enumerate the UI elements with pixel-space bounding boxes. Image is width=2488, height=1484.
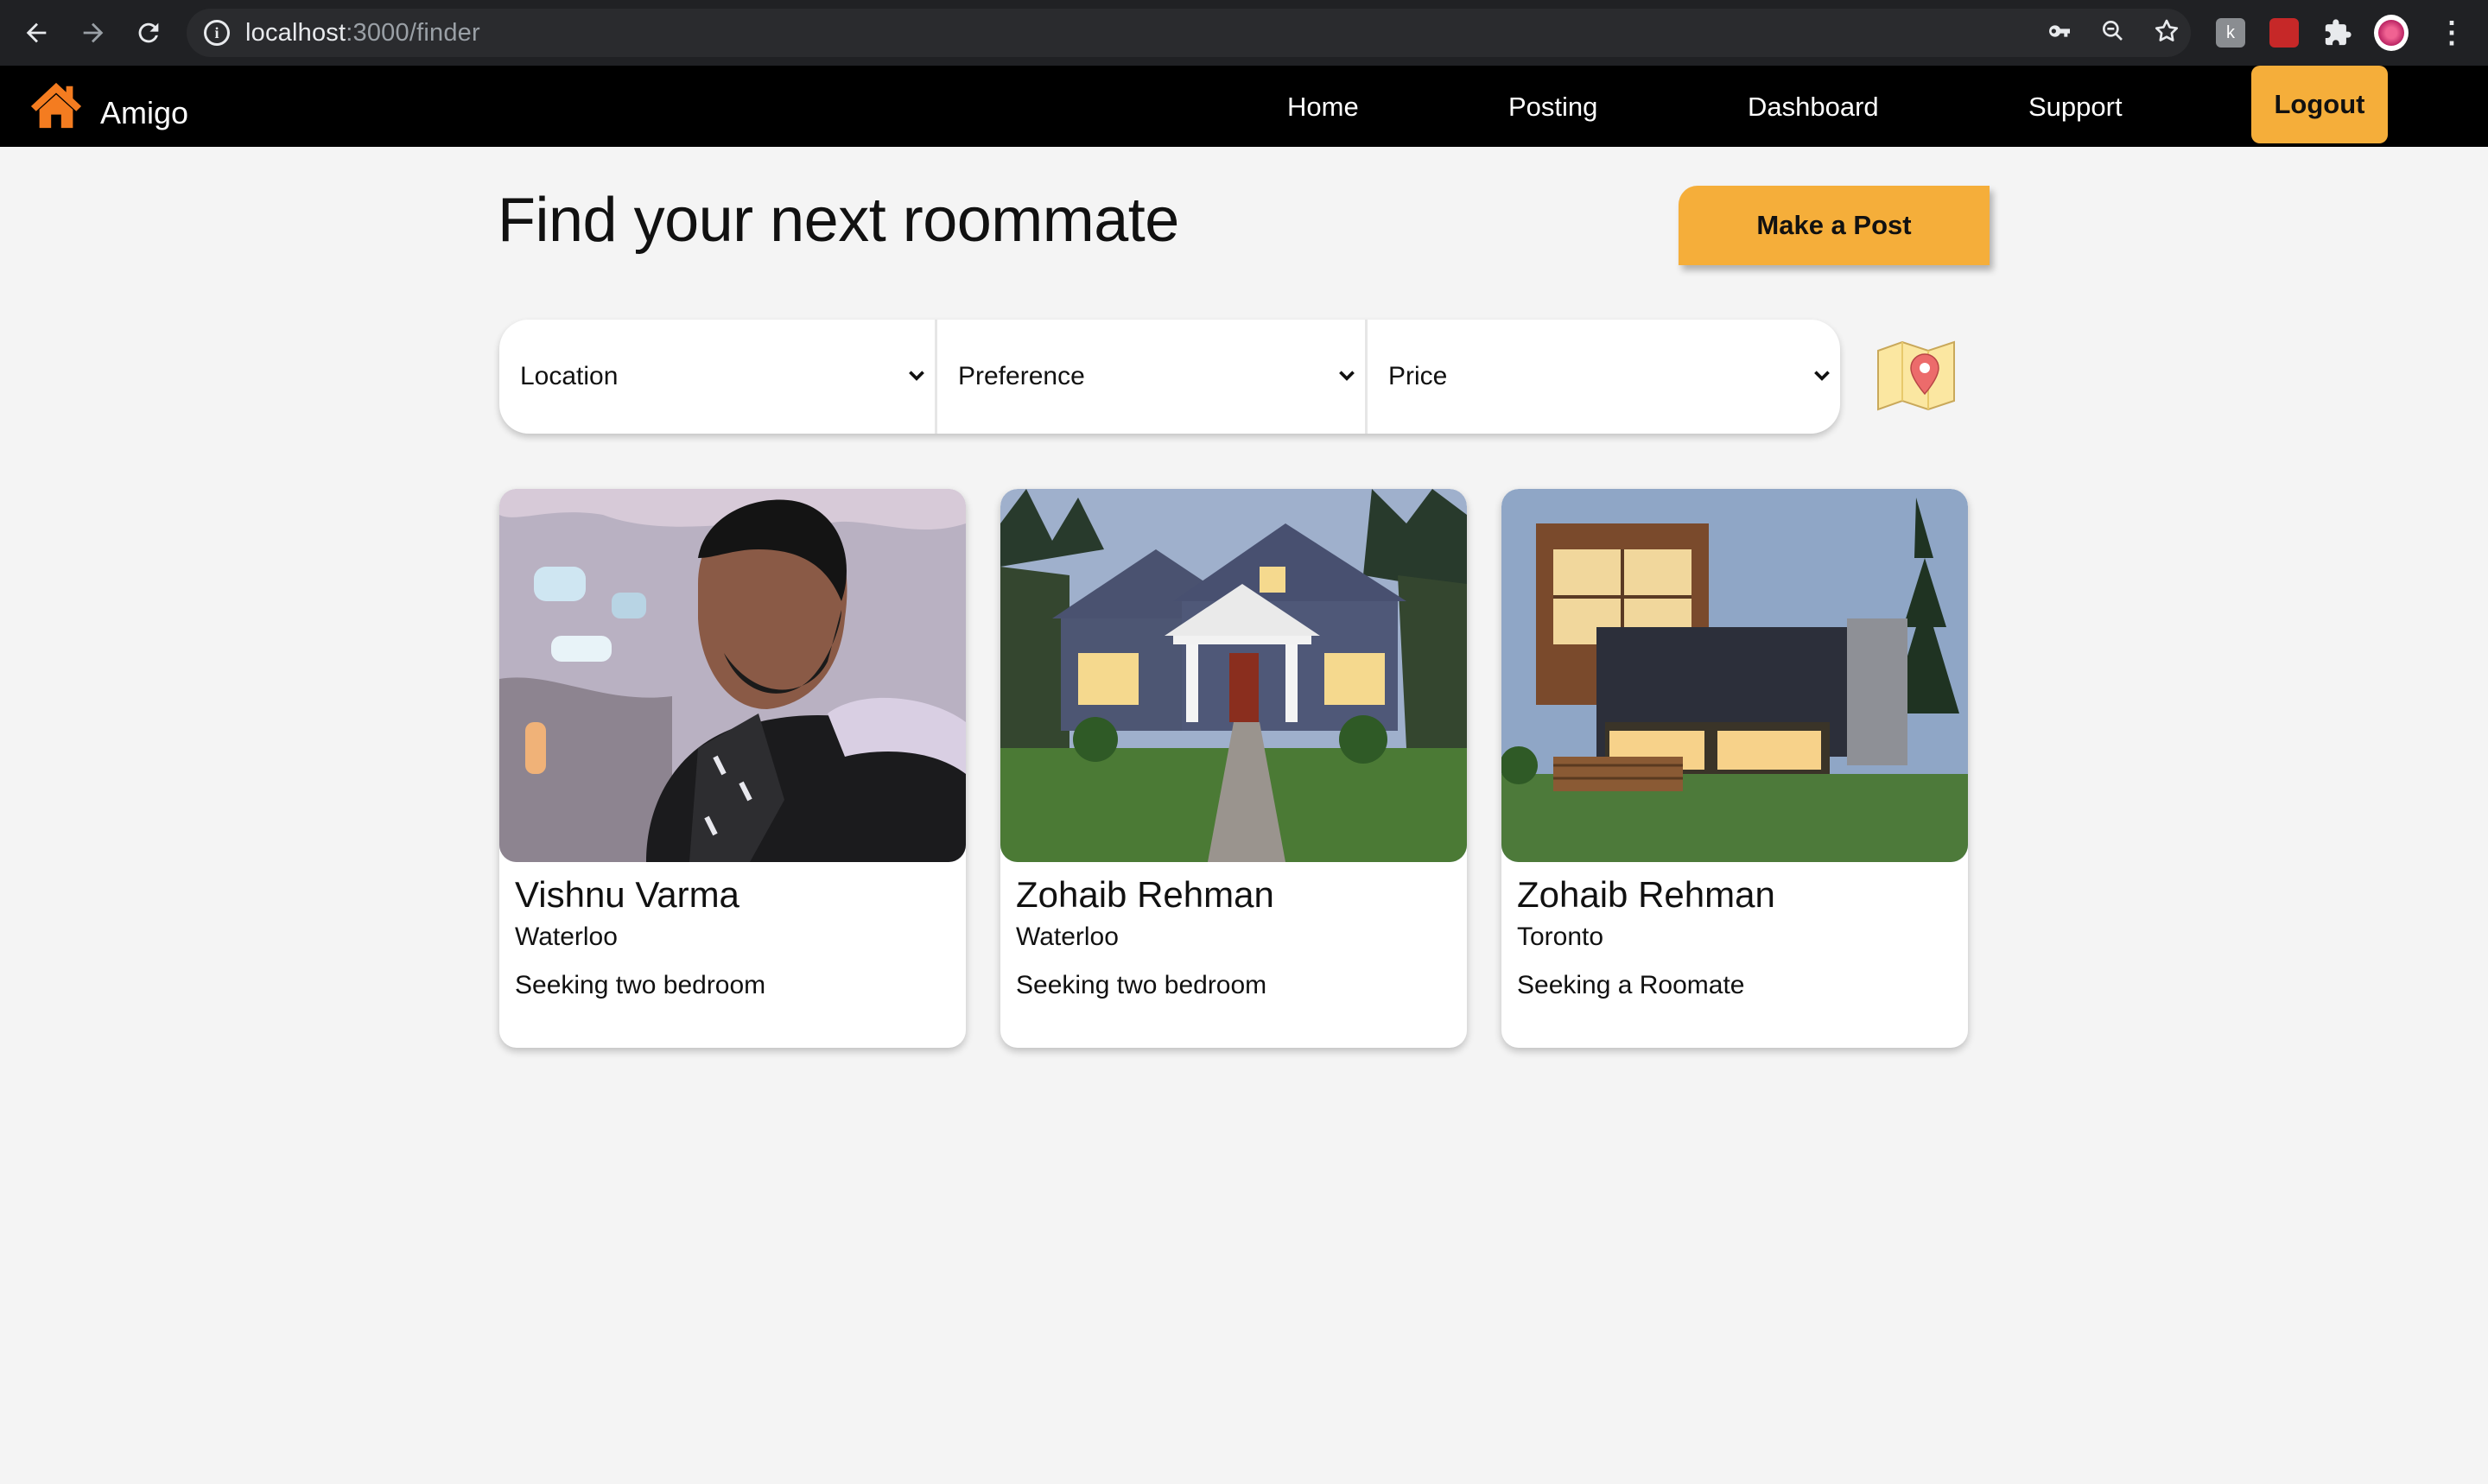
nav-posting-link[interactable]: Posting [1508,92,1597,123]
brand-name: Amigo [100,94,189,130]
chevron-down-icon [1339,371,1355,381]
listing-card[interactable]: Zohaib Rehman Waterloo Seeking two bedro… [1000,489,1467,1048]
top-navbar: Amigo Home Posting Dashboard Support Log… [0,66,2488,147]
location-select[interactable]: Location [499,320,935,434]
house-photo [1000,489,1467,862]
location-select-label: Location [520,362,619,390]
house-icon [29,78,83,136]
listing-card[interactable]: Vishnu Varma Waterloo Seeking two bedroo… [499,489,966,1048]
puzzle-icon[interactable] [2320,16,2355,50]
preference-select-label: Preference [958,362,1085,390]
reload-icon[interactable] [128,12,169,54]
url-text: localhost:3000/finder [245,19,480,48]
browser-toolbar: i localhost:3000/finder k ⋮ [0,0,2488,66]
chevron-down-icon [909,371,924,381]
nav-home-link[interactable]: Home [1287,92,1359,123]
extension-a-icon[interactable]: k [2213,16,2248,50]
modern-house-photo [1501,489,1968,862]
card-description: Seeking two bedroom [515,971,766,999]
bookmark-star-icon[interactable] [2153,17,2180,49]
url-host: localhost [245,18,346,47]
page-title: Find your next roommate [498,186,1179,255]
card-name: Zohaib Rehman [1517,874,1775,915]
card-name: Zohaib Rehman [1016,874,1274,915]
map-pin-icon[interactable] [1875,337,1958,415]
nav-dashboard-link[interactable]: Dashboard [1748,92,1879,123]
forward-arrow-icon[interactable] [73,12,114,54]
card-city: Waterloo [1016,923,1119,951]
site-info-icon[interactable]: i [204,20,230,46]
card-name: Vishnu Varma [515,874,739,915]
preference-select[interactable]: Preference [935,320,1365,434]
card-city: Toronto [1517,923,1604,951]
more-vert-icon[interactable]: ⋮ [2434,16,2469,50]
profile-avatar-icon[interactable] [2374,15,2409,51]
extension-b-icon[interactable] [2267,16,2301,50]
address-bar[interactable]: i localhost:3000/finder [187,9,2191,57]
price-select-label: Price [1388,362,1448,390]
url-path: :3000/finder [346,18,480,47]
chevron-down-icon [1814,371,1830,381]
portrait-photo [499,489,966,862]
brand[interactable]: Amigo [29,78,188,136]
listing-card[interactable]: Zohaib Rehman Toronto Seeking a Roomate [1501,489,1968,1048]
logout-button[interactable]: Logout [2251,66,2388,143]
back-arrow-icon[interactable] [16,12,57,54]
card-description: Seeking a Roomate [1517,971,1745,999]
card-description: Seeking two bedroom [1016,971,1267,999]
filter-bar: Location Preference Price [499,320,1840,434]
zoom-out-icon[interactable] [2099,17,2127,49]
nav-support-link[interactable]: Support [2028,92,2123,123]
card-city: Waterloo [515,923,618,951]
price-select[interactable]: Price [1365,320,1840,434]
key-icon[interactable] [2046,17,2073,49]
make-post-button[interactable]: Make a Post [1679,186,1990,265]
